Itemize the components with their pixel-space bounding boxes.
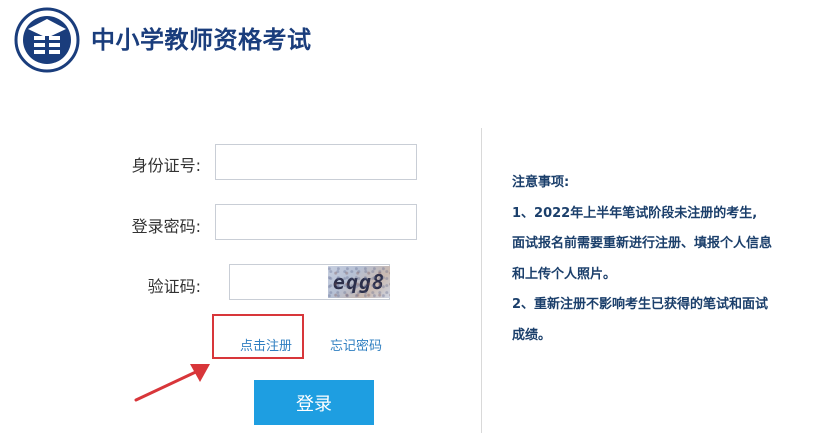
notice-panel: 注意事项: 1、2022年上半年笔试阶段未注册的考生, 面试报名前需要重新进行注…: [512, 168, 807, 351]
notice-title: 注意事项:: [512, 175, 570, 190]
captcha-text: eqg8: [332, 270, 386, 294]
book-emblem-icon: [14, 7, 80, 73]
register-link[interactable]: 点击注册: [240, 335, 292, 354]
notice-line: 2、重新注册不影响考生已获得的笔试和面试: [512, 297, 769, 312]
captcha-label: 验证码:: [147, 277, 201, 296]
notice-line: 成绩。: [512, 327, 552, 343]
captcha-image[interactable]: eqg8: [328, 266, 390, 298]
notice-line: 和上传个人照片。: [512, 266, 617, 282]
site-title: 中小学教师资格考试: [91, 26, 312, 54]
forgot-password-link[interactable]: 忘记密码: [330, 335, 382, 354]
id-number-label: 身份证号:: [131, 156, 201, 175]
vertical-divider: [481, 128, 482, 433]
id-number-input[interactable]: [215, 144, 417, 180]
notice-line: 面试报名前需要重新进行注册、填报个人信息: [512, 236, 773, 251]
login-page: 中小学教师资格考试 身份证号: 登录密码: 验证码: eqg8 点击注册 忘记密…: [0, 0, 815, 443]
login-button[interactable]: 登录: [254, 380, 374, 425]
password-input[interactable]: [215, 204, 417, 240]
red-arrow-icon: [134, 364, 210, 402]
password-label: 登录密码:: [131, 217, 201, 236]
notice-line: 1、2022年上半年笔试阶段未注册的考生,: [512, 205, 758, 221]
